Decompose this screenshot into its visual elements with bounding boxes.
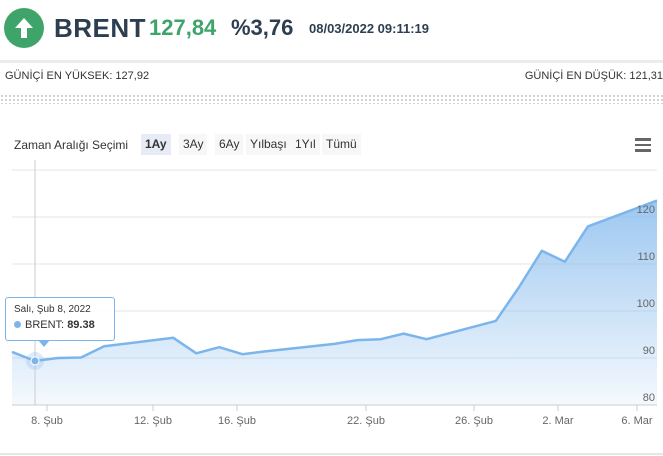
percent-change: %3,76 — [231, 15, 294, 40]
y-tick-label: 120 — [637, 204, 655, 216]
instrument-symbol: BRENT — [54, 13, 147, 43]
y-tick-label: 90 — [643, 345, 655, 357]
dotted-divider — [0, 94, 663, 104]
y-tick-label: 80 — [643, 392, 655, 404]
last-price: 127,84 — [149, 15, 217, 40]
x-tick-label: 6. Mar — [621, 415, 653, 427]
quote-datetime: 08/03/2022 09:11:19 — [309, 21, 429, 36]
x-tick-label: 26. Şub — [455, 415, 493, 427]
y-tick-label: 100 — [637, 298, 655, 310]
quote-header: BRENT 127,84 %3,76 08/03/2022 09:11:19 — [0, 0, 663, 58]
range-button-3ay[interactable]: 3Ay — [179, 134, 208, 155]
chart-menu-icon[interactable] — [635, 138, 651, 152]
x-tick-label: 22. Şub — [347, 415, 385, 427]
daily-high: GÜNİÇİ EN YÜKSEK: 127,92 — [5, 70, 150, 82]
range-button-1ay[interactable]: 1Ay — [141, 134, 171, 155]
x-tick-label: 16. Şub — [218, 415, 256, 427]
range-selector-label: Zaman Aralığı Seçimi — [14, 138, 129, 152]
y-tick-label: 110 — [637, 251, 655, 263]
arrow-up-icon — [4, 8, 44, 48]
header-divider — [0, 60, 663, 63]
series-marker-icon — [14, 321, 21, 328]
x-tick-label: 8. Şub — [31, 415, 63, 427]
range-selector: Zaman Aralığı Seçimi 1Ay 3Ay 6Ay Yılbaşı… — [0, 134, 663, 156]
tooltip-pointer — [38, 340, 50, 347]
tooltip-series-name: BRENT: — [25, 319, 65, 331]
tooltip-date: Salı, Şub 8, 2022 — [14, 304, 91, 315]
chart-tooltip: Salı, Şub 8, 2022 BRENT: 89.38 — [5, 297, 115, 341]
daily-stats: GÜNİÇİ EN YÜKSEK: 127,92 GÜNİÇİ EN DÜŞÜK… — [0, 70, 663, 86]
x-tick-label: 2. Mar — [542, 415, 574, 427]
hover-point — [30, 356, 40, 366]
range-button-6ay[interactable]: 6Ay — [215, 134, 244, 155]
x-tick-label: 12. Şub — [134, 415, 172, 427]
tooltip-value: 89.38 — [67, 319, 95, 331]
daily-low: GÜNİÇİ EN DÜŞÜK: 121,31 — [524, 70, 663, 82]
range-button-yilbasi[interactable]: Yılbaşı — [246, 134, 291, 155]
range-button-tumu[interactable]: Tümü — [322, 134, 361, 155]
tooltip-row: BRENT: 89.38 — [14, 319, 106, 331]
range-button-1yil[interactable]: 1Yıl — [291, 134, 320, 155]
